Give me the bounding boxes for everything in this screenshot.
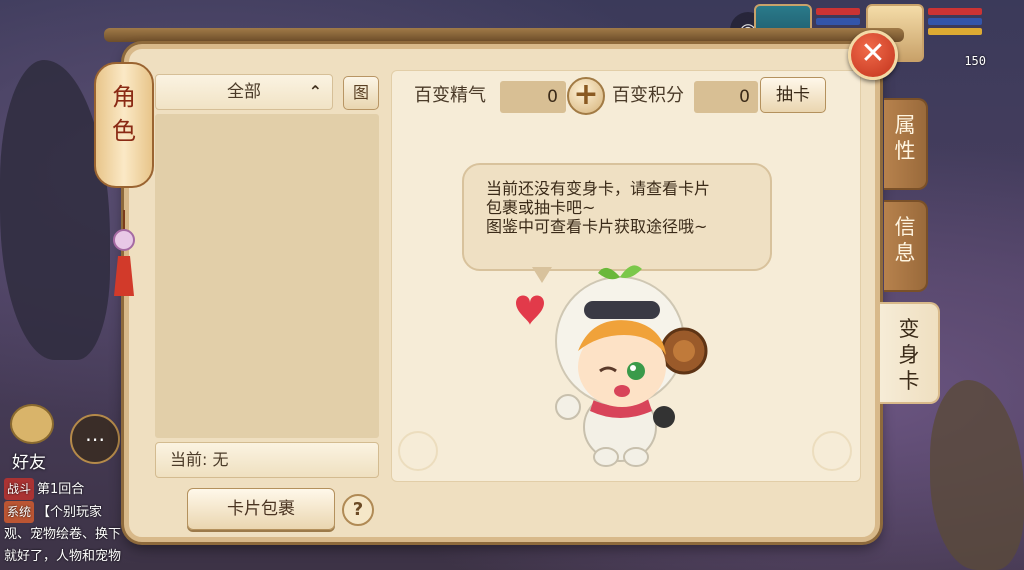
chat-text: 第1回合 [37,482,85,497]
player-level: 150 [964,54,986,68]
panel-title: 角色 [94,80,154,148]
sheep-mascot-icon [516,265,708,467]
close-icon[interactable]: ✕ [848,30,898,80]
card-bag-button[interactable]: 卡片包裹 [187,488,335,530]
tab-label: 变身卡 [898,317,920,393]
friends-label: 好友 [12,453,46,473]
panel-title-text: 角色 [112,83,136,145]
card-filter-dropdown[interactable]: 全部 ⌃ [155,74,333,110]
chevron-up-icon: ⌃ [308,82,322,101]
chat-tag: 战斗 [4,478,35,500]
corner-ornament-icon [812,431,852,471]
friend-avatar-icon [10,404,54,444]
chat-log[interactable]: 战斗 第1回合 系统 【个别玩家观、宠物绘卷、换下就好了，人物和宠物 [4,478,124,568]
plus-icon[interactable]: + [567,77,605,115]
draw-card-button[interactable]: 抽卡 [760,77,826,113]
atlas-button[interactable]: 图 [343,76,379,110]
tab-attributes[interactable]: 属性 [884,98,928,190]
essence-value: 0 [500,81,566,113]
lantern-tassel-icon [113,210,135,296]
pet-hp-bar [816,8,860,15]
friends-button[interactable]: 好友 [4,404,60,473]
tab-info[interactable]: 信息 [884,200,928,292]
chat-tag: 系统 [4,501,35,523]
tab-transform-card[interactable]: 变身卡 [880,302,940,404]
panel-top-rail [104,28,904,42]
essence-label: 百变精气 [414,85,486,106]
card-list-column: 全部 ⌃ 图 当前: 无 [155,74,381,480]
tab-label: 信息 [894,215,916,265]
transform-card-list[interactable] [155,114,379,438]
points-label: 百变积分 [612,85,684,106]
hint-line: 包裹或抽卡吧~ [486,198,596,217]
help-icon[interactable]: ? [342,494,374,526]
player-exp-bar [928,28,982,35]
chat-line: 系统 【个别玩家观、宠物绘卷、换下就好了，人物和宠物 [4,501,124,568]
player-mp-bar [928,18,982,25]
chat-line: 战斗 第1回合 [4,478,124,501]
corner-ornament-icon [398,431,438,471]
panel-title-lantern: 角色 [94,50,154,200]
chat-bubble-icon[interactable]: ⋯ [70,414,120,464]
card-filter-value: 全部 [227,82,261,102]
transform-card-content: 百变精气 0 + 百变积分 0 抽卡 当前还没有变身卡，请查看卡片 包裹或抽卡吧… [391,70,861,482]
player-hp-bar [928,8,982,15]
hint-line: 当前还没有变身卡，请查看卡片 [486,179,711,198]
current-card-label: 当前: 无 [155,442,379,478]
points-value: 0 [694,81,758,113]
pet-mp-bar [816,18,860,25]
tab-label: 属性 [894,113,916,163]
